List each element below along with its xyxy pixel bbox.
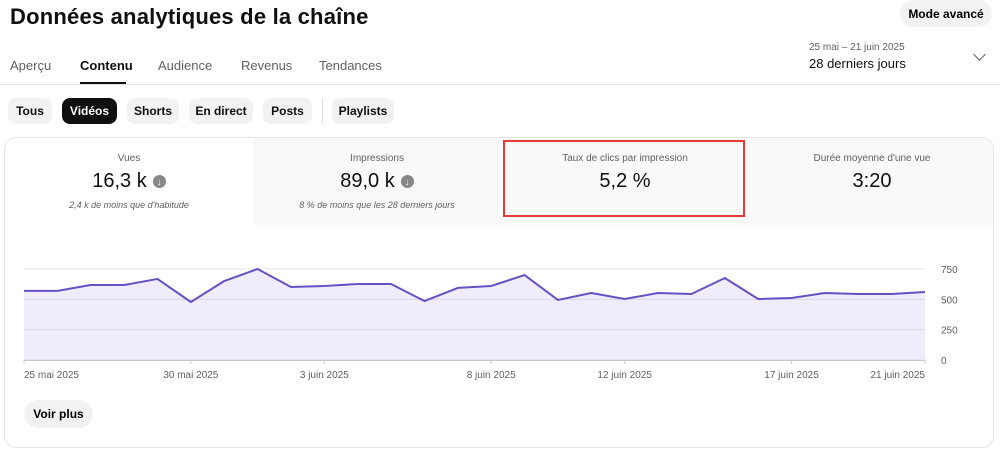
area-fill bbox=[24, 269, 925, 360]
y-tick-label: 0 bbox=[941, 356, 947, 367]
x-tick-label: 17 juin 2025 bbox=[764, 370, 819, 381]
see-more-button[interactable]: Voir plus bbox=[24, 400, 93, 428]
x-tick-label: 12 juin 2025 bbox=[597, 370, 652, 381]
x-tick-label: 8 juin 2025 bbox=[467, 370, 516, 381]
x-tick-label: 25 mai 2025 bbox=[24, 370, 79, 381]
x-tick-label: 3 juin 2025 bbox=[300, 370, 349, 381]
y-tick-label: 750 bbox=[941, 265, 958, 276]
views-chart: 0 250 500 750 25 mai 2025 30 mai 2025 3 juin 2… bbox=[23, 265, 958, 381]
y-tick-label: 500 bbox=[941, 295, 958, 306]
y-tick-label: 250 bbox=[941, 326, 958, 337]
x-tick-label: 21 juin 2025 bbox=[871, 370, 926, 381]
x-tick-label: 30 mai 2025 bbox=[163, 370, 218, 381]
